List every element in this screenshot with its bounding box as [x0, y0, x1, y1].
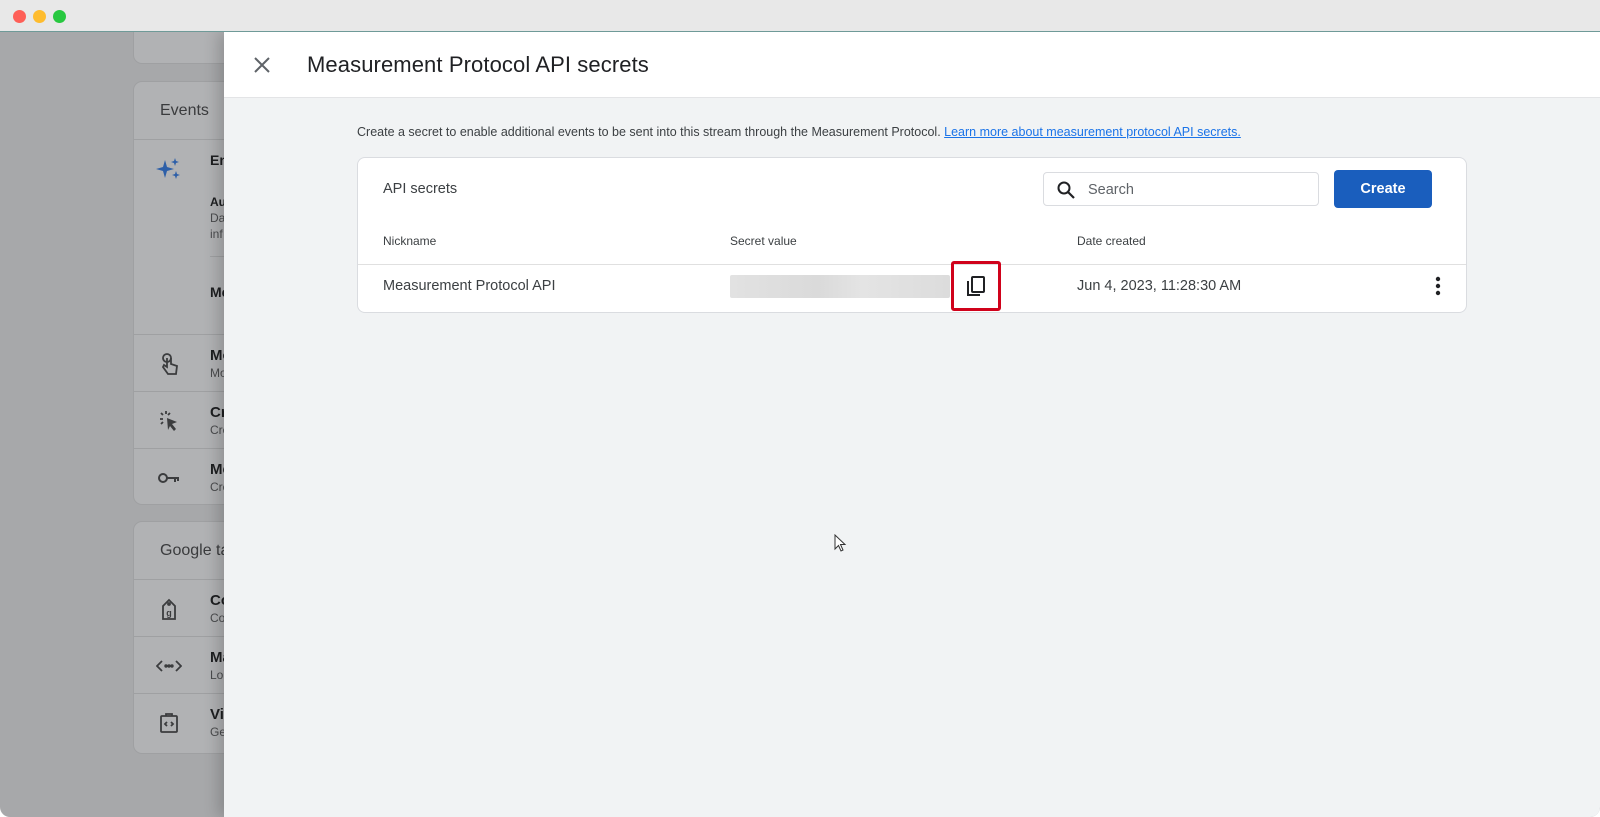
- search-field[interactable]: [1043, 172, 1319, 206]
- window-titlebar: [0, 0, 1600, 32]
- code-icon: [156, 653, 182, 679]
- google-tag-item-subtitle: Lo: [210, 668, 224, 682]
- drawer-header: Measurement Protocol API secrets: [224, 32, 1600, 98]
- close-button[interactable]: [248, 51, 276, 79]
- close-icon: [254, 57, 270, 73]
- search-icon: [1057, 181, 1075, 199]
- search-input[interactable]: [1088, 178, 1308, 202]
- copy-icon: [967, 276, 985, 296]
- window-minimize-button[interactable]: [33, 10, 46, 23]
- click-cursor-icon: [156, 408, 182, 434]
- sparkle-icon: [156, 156, 182, 182]
- column-header-nickname[interactable]: Nickname: [383, 234, 436, 248]
- window-close-button[interactable]: [13, 10, 26, 23]
- tag-icon: g: [156, 596, 182, 622]
- column-header-date-created[interactable]: Date created: [1077, 234, 1146, 248]
- secret-value-masked: [730, 275, 950, 298]
- row-date-created: Jun 4, 2023, 11:28:30 AM: [1077, 278, 1242, 294]
- column-header-secret-value[interactable]: Secret value: [730, 234, 797, 248]
- window-maximize-button[interactable]: [53, 10, 66, 23]
- svg-text:g: g: [166, 608, 172, 618]
- drawer-description: Create a secret to enable additional eve…: [357, 125, 1241, 139]
- create-button[interactable]: Create: [1334, 170, 1432, 208]
- more-vert-icon: [1435, 276, 1441, 296]
- key-icon: [156, 465, 182, 491]
- description-text: Create a secret to enable additional eve…: [357, 125, 941, 139]
- code-clipboard-icon: [156, 710, 182, 736]
- learn-more-link[interactable]: Learn more about measurement protocol AP…: [944, 125, 1241, 139]
- api-secrets-drawer: Measurement Protocol API secrets Create …: [224, 32, 1600, 817]
- header-divider: [358, 264, 1466, 265]
- mouse-cursor-icon: [834, 534, 847, 552]
- drawer-title: Measurement Protocol API secrets: [307, 52, 649, 77]
- row-more-actions-button[interactable]: [1426, 272, 1450, 300]
- row-nickname[interactable]: Measurement Protocol API: [383, 278, 555, 294]
- window-body: Events En Au Da inf Me Mo Mo Cr Cre Me C…: [0, 32, 1600, 817]
- touch-icon: [156, 351, 182, 377]
- api-secrets-table-card: API secrets Create Nickname Secret value…: [357, 157, 1467, 313]
- copy-secret-button[interactable]: [951, 261, 1001, 311]
- table-heading: API secrets: [383, 181, 458, 197]
- google-tag-item-title: Vi: [210, 706, 224, 723]
- events-item-sub3: inf: [210, 227, 223, 241]
